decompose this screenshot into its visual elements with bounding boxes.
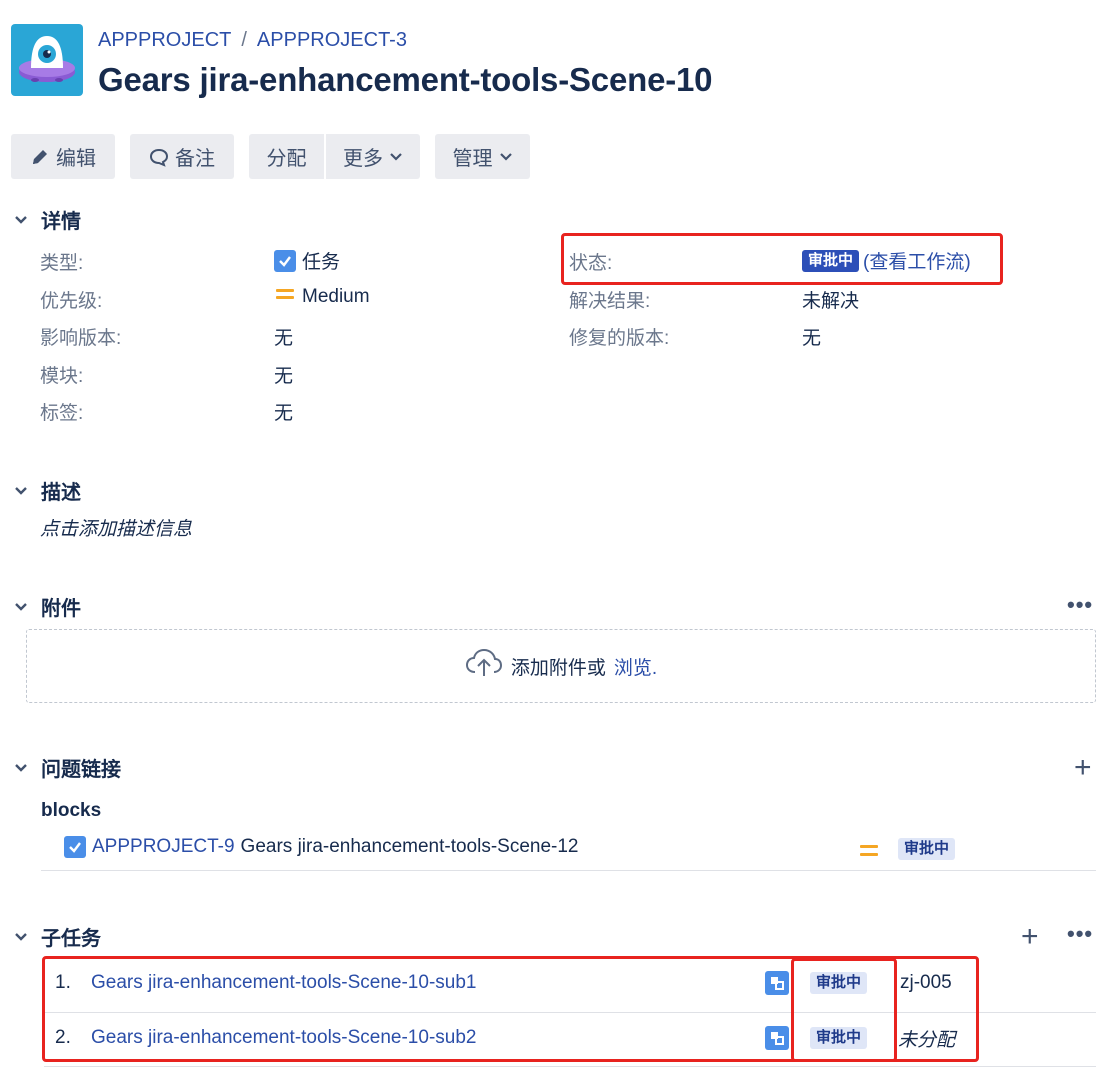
task-type-icon	[64, 836, 86, 858]
subtask-status-badge: 审批中	[810, 972, 868, 994]
attachments-more-icon[interactable]: •••	[1067, 592, 1093, 618]
issue-links-header: 问题链接	[41, 759, 121, 781]
subtask-type-icon	[765, 1026, 789, 1050]
comment-button-label: 备注	[175, 148, 215, 170]
linked-issue-row[interactable]: APPPROJECT-9 Gears jira-enhancement-tool…	[64, 836, 579, 858]
priority-medium-icon	[858, 842, 880, 865]
fix-version-label: 修复的版本:	[569, 328, 670, 349]
breadcrumb-separator: /	[241, 29, 247, 51]
breadcrumb: APPPROJECT / APPPROJECT-3	[98, 29, 407, 52]
type-value: 任务	[274, 247, 340, 274]
chevron-down-icon	[389, 150, 403, 164]
subtask-number: 1.	[55, 972, 71, 993]
priority-medium-icon	[274, 286, 296, 308]
status-badge: 审批中	[802, 249, 860, 272]
linked-issue-summary: Gears jira-enhancement-tools-Scene-12	[240, 836, 579, 857]
breadcrumb-project-link[interactable]: APPPROJECT	[98, 29, 231, 52]
affects-version-value: 无	[274, 328, 294, 349]
subtask-assignee: zj-005	[900, 972, 952, 993]
subtask-status-badge: 审批中	[810, 1027, 868, 1049]
browse-link[interactable]: 浏览.	[614, 653, 657, 680]
project-avatar[interactable]	[11, 24, 83, 96]
comment-button[interactable]: 备注	[130, 134, 234, 179]
cloud-upload-icon	[465, 648, 503, 684]
details-section-toggle[interactable]: 详情	[11, 205, 81, 234]
view-workflow-link[interactable]: 查看工作流	[869, 252, 964, 273]
subtask-row[interactable]: 2. Gears jira-enhancement-tools-Scene-10…	[44, 1013, 1096, 1063]
breadcrumb-issue-link[interactable]: APPPROJECT-3	[257, 29, 407, 52]
type-value-text: 任务	[302, 252, 341, 273]
description-section-toggle[interactable]: 描述	[11, 476, 81, 505]
chevron-down-icon	[11, 481, 31, 501]
add-link-icon[interactable]: +	[1074, 753, 1092, 783]
subtask-summary-link[interactable]: Gears jira-enhancement-tools-Scene-10-su…	[91, 1027, 476, 1049]
subtask-row[interactable]: 1. Gears jira-enhancement-tools-Scene-10…	[44, 958, 1096, 1008]
assign-button-label: 分配	[266, 148, 307, 170]
labels-label: 标签:	[40, 403, 84, 424]
attachments-header: 附件	[41, 598, 81, 620]
subtasks-header: 子任务	[41, 928, 101, 950]
status-value: 审批中 (查看工作流)	[802, 247, 971, 274]
add-subtask-icon[interactable]: +	[1021, 922, 1039, 952]
priority-value-text: Medium	[302, 286, 370, 307]
details-header: 详情	[41, 211, 81, 233]
subtask-number: 2.	[55, 1027, 71, 1048]
status-label: 状态:	[569, 253, 613, 274]
subtasks-section-toggle[interactable]: 子任务	[11, 922, 101, 951]
component-value: 无	[274, 366, 294, 387]
more-button-label: 更多	[343, 148, 383, 170]
chevron-down-icon	[11, 758, 31, 778]
issue-title[interactable]: Gears jira-enhancement-tools-Scene-10	[98, 61, 713, 99]
divider	[44, 1066, 1096, 1067]
attachment-dropzone[interactable]: 添加附件或 浏览.	[26, 629, 1096, 703]
resolution-label: 解决结果:	[569, 291, 651, 312]
subtasks-more-icon[interactable]: •••	[1067, 921, 1093, 947]
subtask-summary-link[interactable]: Gears jira-enhancement-tools-Scene-10-su…	[91, 972, 476, 994]
edit-button[interactable]: 编辑	[11, 134, 115, 179]
priority-value: Medium	[274, 286, 370, 308]
chevron-down-icon	[11, 210, 31, 230]
description-placeholder[interactable]: 点击添加描述信息	[40, 514, 192, 541]
pencil-icon	[30, 147, 50, 167]
link-type-blocks: blocks	[41, 800, 102, 821]
admin-button[interactable]: 管理	[435, 134, 530, 179]
labels-value: 无	[274, 403, 294, 424]
linked-issue-status-badge: 审批中	[898, 838, 956, 860]
admin-button-label: 管理	[452, 148, 493, 170]
subtask-assignee: 未分配	[898, 1029, 956, 1051]
priority-label: 优先级:	[40, 291, 103, 312]
linked-issue-key[interactable]: APPPROJECT-9	[92, 836, 235, 858]
component-label: 模块:	[40, 366, 84, 387]
divider	[41, 870, 1096, 871]
attachments-section-toggle[interactable]: 附件	[11, 592, 81, 621]
chevron-down-icon	[11, 597, 31, 617]
edit-button-label: 编辑	[56, 148, 96, 170]
comment-icon	[149, 147, 169, 167]
workflow-close-paren: )	[964, 252, 971, 273]
resolution-value: 未解决	[802, 291, 860, 312]
issue-links-section-toggle[interactable]: 问题链接	[11, 753, 121, 782]
chevron-down-icon	[499, 150, 513, 164]
assign-button[interactable]: 分配	[249, 134, 324, 179]
type-label: 类型:	[40, 253, 84, 274]
issue-toolbar: 编辑 备注 分配 更多 管理	[11, 134, 530, 179]
task-type-icon	[274, 249, 296, 272]
subtask-type-icon	[765, 971, 789, 995]
dropzone-text: 添加附件或	[510, 657, 606, 679]
fix-version-value: 无	[802, 328, 822, 349]
chevron-down-icon	[11, 927, 31, 947]
more-button[interactable]: 更多	[326, 134, 420, 179]
description-header: 描述	[41, 482, 81, 504]
affects-version-label: 影响版本:	[40, 328, 122, 349]
